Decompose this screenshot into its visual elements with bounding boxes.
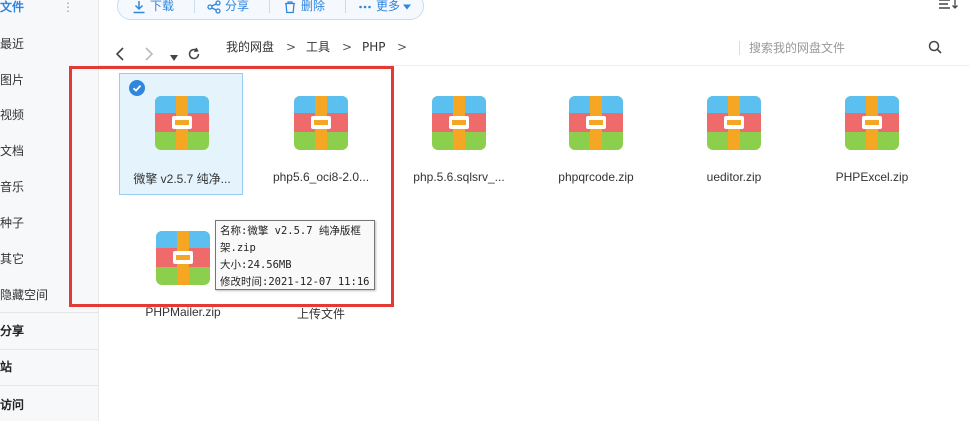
more-label: 更多 <box>376 0 401 13</box>
tooltip-name-line: 名称:微擎 v2.5.7 纯净版框 <box>220 225 361 237</box>
sidebar-group-share[interactable]: 分享 <box>0 318 99 344</box>
sidebar-item-label: 其它 <box>0 252 25 266</box>
file-item[interactable]: phpqrcode.zip <box>533 73 657 195</box>
sidebar-item-label: 音乐 <box>0 180 25 194</box>
sidebar-item-hidden-space[interactable]: 隐藏空间 <box>0 282 99 308</box>
caret-down-icon <box>403 4 412 9</box>
search-input[interactable] <box>747 36 931 60</box>
sidebar-item-label: 种子 <box>0 216 25 230</box>
toolbar-divider <box>269 0 270 13</box>
sidebar-item-images[interactable]: 图片 <box>0 67 99 93</box>
file-item[interactable]: ueditor.zip <box>671 73 795 195</box>
breadcrumb-separator: > <box>286 40 297 54</box>
share-icon <box>207 0 221 14</box>
zip-file-icon <box>707 96 761 150</box>
file-name: PHPExcel.zip <box>835 170 909 184</box>
forward-icon[interactable] <box>144 40 154 68</box>
breadcrumb-php[interactable]: PHP <box>362 33 386 61</box>
file-item[interactable]: 微擎 v2.5.7 纯净... <box>119 73 243 195</box>
sidebar-group-station[interactable]: 站 <box>0 354 99 380</box>
zip-file-icon <box>156 231 210 285</box>
sidebar-group-label: 访问 <box>0 398 25 412</box>
zip-file-icon <box>294 96 348 150</box>
sidebar-item-label: 隐藏空间 <box>0 288 49 302</box>
sidebar-divider <box>0 312 99 313</box>
tooltip-name-continued: 架.zip <box>220 242 256 254</box>
sidebar-item-label: 文件 <box>0 0 25 14</box>
sidebar-item-label: 图片 <box>0 73 25 87</box>
delete-button[interactable]: 删除 <box>283 0 325 19</box>
delete-label: 删除 <box>301 0 326 13</box>
file-name: php.5.6.sqlsrv_... <box>413 170 505 184</box>
breadcrumb-my-drive[interactable]: 我的网盘 <box>226 33 274 61</box>
sidebar-item-label: 文档 <box>0 144 25 158</box>
file-item[interactable]: PHPExcel.zip <box>809 73 933 195</box>
more-button[interactable]: 更多 <box>358 0 416 19</box>
upload-label: 上传文件 <box>296 307 345 321</box>
back-icon[interactable] <box>115 40 125 68</box>
zip-file-icon <box>155 96 209 150</box>
toolbar-divider <box>194 0 195 13</box>
sidebar-group-label: 站 <box>0 360 13 374</box>
more-icon <box>359 5 371 8</box>
sidebar-group-label: 分享 <box>0 324 25 338</box>
sidebar-divider <box>0 385 99 386</box>
sidebar-group-access[interactable]: 访问 <box>0 392 99 418</box>
share-button[interactable]: 分享 <box>207 0 249 19</box>
download-button[interactable]: 下载 <box>132 0 174 19</box>
file-info-tooltip: 名称:微擎 v2.5.7 纯净版框 架.zip 大小:24.56MB 修改时间:… <box>215 220 375 290</box>
vertical-dots-icon[interactable]: ⋮ <box>62 0 74 14</box>
download-label: 下载 <box>150 0 175 13</box>
file-item[interactable]: php5.6_oci8-2.0... <box>258 73 382 195</box>
zip-file-icon <box>569 96 623 150</box>
history-dropdown-icon[interactable] <box>170 44 178 72</box>
check-icon[interactable] <box>129 80 145 96</box>
navbar-divider <box>99 65 969 66</box>
search-icon[interactable] <box>928 40 942 54</box>
file-name: PHPMailer.zip <box>145 305 221 319</box>
sidebar-item-videos[interactable]: 视频 <box>0 102 99 128</box>
toolbar-divider <box>345 0 346 13</box>
sort-view-icon[interactable] <box>938 0 960 12</box>
trash-icon <box>285 0 295 13</box>
tooltip-modified-line: 修改时间:2021-12-07 11:16 <box>220 276 370 288</box>
sidebar-item-files[interactable]: 文件 <box>0 0 99 20</box>
navigation-bar: 我的网盘 > 工具 > PHP > <box>99 33 969 63</box>
zip-file-icon <box>845 96 899 150</box>
sidebar-divider <box>0 349 99 350</box>
search-divider <box>739 41 740 55</box>
file-name: phpqrcode.zip <box>558 170 634 184</box>
refresh-icon[interactable] <box>187 40 201 68</box>
sidebar-item-recent[interactable]: 最近 <box>0 31 99 57</box>
toolbar-button-group: 下载 分享 删除 更多 <box>117 0 424 20</box>
sidebar-item-torrents[interactable]: 种子 <box>0 210 99 236</box>
file-name: 微擎 v2.5.7 纯净... <box>133 172 231 186</box>
tooltip-size-line: 大小:24.56MB <box>220 259 292 271</box>
download-icon <box>133 0 145 13</box>
sidebar-item-documents[interactable]: 文档 <box>0 138 99 164</box>
breadcrumb-separator: > <box>342 40 353 54</box>
file-item[interactable]: php.5.6.sqlsrv_... <box>396 73 520 195</box>
breadcrumb-separator[interactable]: > <box>397 33 407 61</box>
zip-file-icon <box>432 96 486 150</box>
file-name: php5.6_oci8-2.0... <box>272 170 370 184</box>
file-name: ueditor.zip <box>706 170 762 184</box>
share-label: 分享 <box>225 0 250 13</box>
sidebar: 文件 ⋮ 最近 图片 视频 文档 音乐 种子 其它 隐藏空间 分享 站 访问 <box>0 0 99 421</box>
sidebar-item-other[interactable]: 其它 <box>0 246 99 272</box>
sidebar-item-label: 视频 <box>0 108 25 122</box>
sidebar-item-music[interactable]: 音乐 <box>0 174 99 200</box>
sidebar-item-label: 最近 <box>0 37 25 51</box>
breadcrumb-tools[interactable]: 工具 <box>306 33 330 61</box>
